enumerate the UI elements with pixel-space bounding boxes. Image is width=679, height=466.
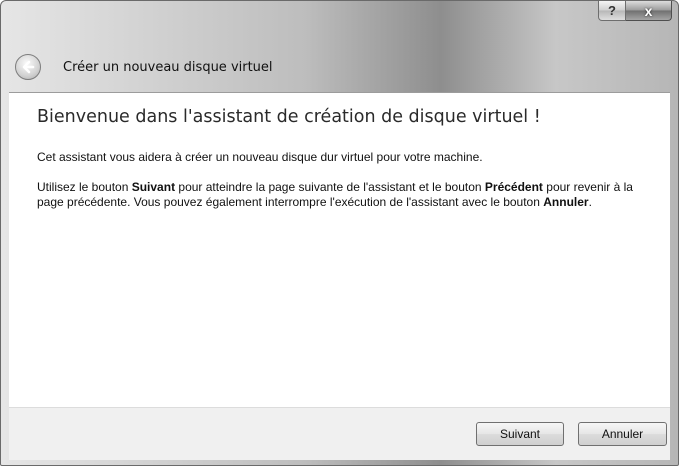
next-keyword: Suivant [131,180,176,194]
close-icon: x [644,2,653,19]
wizard-title: Créer un nouveau disque virtuel [63,59,273,75]
back-arrow-icon [22,60,35,74]
wizard-content: Bienvenue dans l'assistant de création d… [9,92,670,408]
previous-keyword: Précédent [484,180,543,194]
help-button[interactable]: ? [598,1,626,21]
title-bar: ? x [1,1,678,41]
close-button[interactable]: x [626,1,672,21]
wizard-window: ? x Créer un nouveau disque virtuel Bien… [0,0,679,466]
instructions-text: Utilisez le bouton Suivant pour atteindr… [37,180,662,210]
instructions-part-2: pour atteindre la page suivante de l'ass… [175,180,485,194]
cancel-button[interactable]: Annuler [578,422,667,446]
wizard-footer: Suivant Annuler [9,407,670,460]
instructions-part-1: Utilisez le bouton [37,180,132,194]
wizard-header: Créer un nouveau disque virtuel [9,45,670,89]
back-button[interactable] [15,54,41,80]
intro-text: Cet assistant vous aidera à créer un nou… [37,150,483,164]
cancel-keyword: Annuler [543,195,589,209]
help-icon: ? [608,3,616,18]
title-bar-buttons: ? x [598,1,672,21]
instructions-part-4: . [588,195,592,209]
page-heading: Bienvenue dans l'assistant de création d… [37,107,541,127]
next-button[interactable]: Suivant [476,422,564,446]
